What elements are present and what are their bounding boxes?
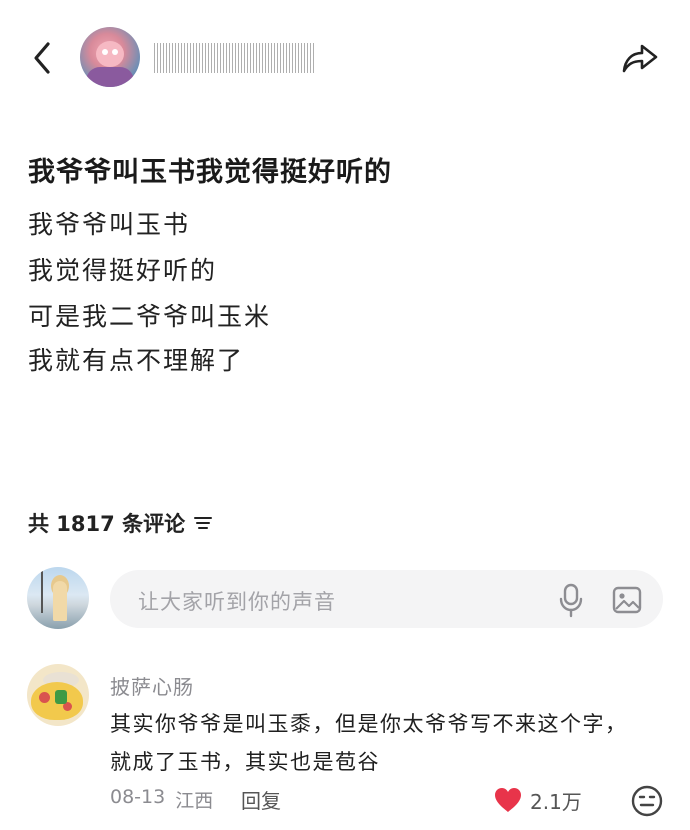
comment-input-placeholder[interactable]: 让大家听到你的声音 — [138, 586, 336, 616]
post-title: 我爷爷叫玉书我觉得挺好听的 — [28, 157, 392, 188]
comment-meta: 08-13 江西 — [110, 786, 213, 813]
like-count: 2.1万 — [530, 790, 582, 814]
author-avatar[interactable] — [80, 27, 140, 87]
comment-count-label: 共 1817 条评论 — [28, 512, 186, 536]
post-body-line: 我爷爷叫玉书 — [28, 210, 191, 239]
back-chevron-icon[interactable] — [28, 38, 58, 78]
share-icon[interactable] — [620, 40, 660, 76]
comment-count-header[interactable]: 共 1817 条评论 — [28, 508, 213, 538]
microphone-icon[interactable] — [557, 582, 585, 618]
comment-date: 08-13 — [110, 786, 166, 808]
reply-button[interactable]: 回复 — [241, 785, 281, 814]
comment-location: 江西 — [175, 790, 214, 812]
commenter-avatar[interactable] — [27, 664, 89, 726]
image-icon[interactable] — [612, 586, 642, 614]
post-body-line: 可是我二爷爷叫玉米 — [28, 302, 272, 331]
emoji-reaction-icon[interactable] — [630, 784, 664, 818]
author-name-pixelated[interactable] — [154, 43, 314, 73]
commenter-name[interactable]: 披萨心肠 — [110, 671, 194, 700]
sort-lines-icon[interactable] — [193, 515, 213, 531]
heart-like-icon[interactable] — [493, 786, 523, 814]
comment-text-line: 就成了玉书，其实也是苞谷 — [110, 750, 380, 774]
post-body-line: 我就有点不理解了 — [28, 346, 245, 375]
current-user-avatar[interactable] — [27, 567, 89, 629]
comment-text-line: 其实你爷爷是叫玉黍，但是你太爷爷写不来这个字， — [110, 712, 628, 736]
post-body-line: 我觉得挺好听的 — [28, 256, 218, 285]
